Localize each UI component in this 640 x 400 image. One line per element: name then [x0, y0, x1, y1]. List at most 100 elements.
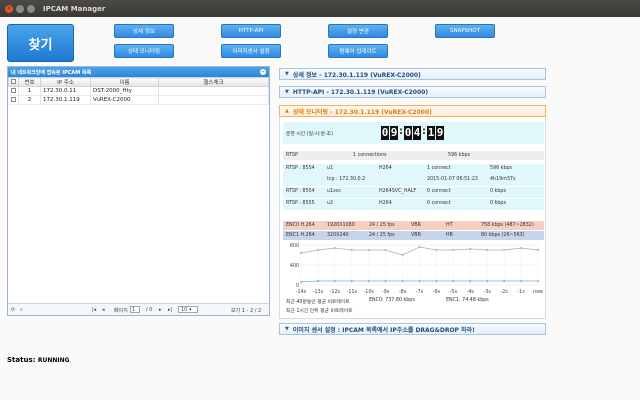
image-sensor-button[interactable]: 이미지센서 설정 — [221, 44, 281, 58]
data-point — [537, 249, 539, 251]
search-icon[interactable]: ⌕ — [20, 307, 23, 313]
data-point — [384, 280, 387, 282]
x-tick-label: -5s — [450, 289, 458, 295]
rtsp-port: RTSP : 8555 — [286, 201, 315, 206]
table-row[interactable]: 1 172.30.0.11 DST-2000_Hty — [8, 86, 269, 96]
status-line: Status: RUNNING — [7, 356, 70, 364]
data-point — [503, 280, 506, 282]
first-page-icon[interactable]: |◂ — [92, 307, 96, 313]
select-all-checkbox[interactable] — [11, 79, 16, 84]
rtsp-codec: H264SVC_HALF — [379, 189, 417, 194]
collapse-icon[interactable]: − — [260, 69, 266, 75]
y-tick-label: 800 — [290, 243, 299, 249]
page-size-select[interactable]: 10 ▾ — [178, 306, 198, 313]
status-monitor-button[interactable]: 상태 모니터링 — [114, 44, 174, 58]
camera-list-title: 내 네트워크망에 접속된 IPCAM 목록 — [11, 69, 92, 76]
x-tick-label: -1s — [517, 289, 525, 295]
rtsp-connect: 2015-01-07 06:51:23 — [427, 177, 478, 182]
row-checkbox[interactable] — [10, 97, 16, 102]
rtsp-connect: 0 connect — [427, 189, 451, 194]
row-checkbox[interactable] — [10, 88, 16, 93]
data-point — [537, 280, 539, 282]
rtsp-row: RTSP : 8554 u1svc H264SVC_HALF 0 connect… — [283, 187, 544, 198]
rtsp-codec: H264 — [379, 166, 392, 171]
column-header-no[interactable]: 번호 — [18, 77, 41, 87]
select-all-cell[interactable] — [8, 77, 19, 87]
y-tick-label: 0 — [296, 283, 299, 289]
status-label: Status: — [7, 356, 36, 364]
http-api-button[interactable]: HTTP-API — [221, 24, 281, 38]
x-tick-label: -4s — [467, 289, 475, 295]
column-header-name[interactable]: 이름 — [90, 77, 159, 87]
page-input[interactable]: 1 — [130, 306, 140, 313]
column-header-health[interactable]: 헬스체크 — [158, 77, 269, 87]
data-point — [316, 249, 319, 251]
data-point — [384, 249, 387, 251]
table-row[interactable]: 2 172.30.1.119 VuREX-C2000 — [8, 95, 269, 105]
data-point — [367, 280, 370, 282]
x-tick-label: -9s — [382, 289, 390, 295]
snapshot-button[interactable]: SNAPSHOT — [435, 24, 495, 38]
encoder-mode: VBR — [411, 233, 421, 238]
prev-page-icon[interactable]: ◂ — [102, 307, 105, 313]
x-tick-label: -3s — [484, 289, 492, 295]
http-api-section[interactable]: ▼ HTTP-API - 172.30.1.119 (VuREX-C2000) — [279, 86, 546, 98]
column-header-ip[interactable]: IP 주소 — [40, 77, 91, 87]
detail-info-section[interactable]: ▼ 상세 정보 - 172.30.1.119 (VuREX-C2000) — [279, 68, 546, 80]
detail-info-button[interactable]: 상세 정보 — [114, 24, 174, 38]
window-minimize-icon[interactable] — [16, 4, 24, 13]
uptime-digit: 9 — [390, 126, 398, 140]
firmware-update-button[interactable]: 펌웨어 업데이트 — [328, 44, 388, 58]
next-page-icon[interactable]: ▸ — [159, 307, 162, 313]
encoder-name: ENC0 H.264 — [286, 223, 315, 228]
rtsp-label: RTSP — [286, 153, 298, 158]
x-tick-label: -10s — [364, 289, 375, 295]
chevron-up-icon: ▲ — [285, 108, 289, 114]
row-health — [158, 95, 269, 105]
rtsp-port: RTSP : 8554 — [286, 166, 315, 171]
enc1-average: ENC1: 74.48 kbps — [446, 298, 489, 303]
table-header-row: 번호 IP 주소 이름 헬스체크 — [8, 77, 269, 87]
uptime-label: 운영 시간 (일:시:분:초) — [286, 132, 333, 137]
camera-table: 번호 IP 주소 이름 헬스체크 1 172.30.0.11 DST-2000_… — [8, 77, 269, 105]
config-change-button[interactable]: 설정 변경 — [328, 24, 388, 38]
x-tick-label: -6s — [433, 289, 441, 295]
data-point — [418, 246, 421, 248]
x-tick-label: -2s — [500, 289, 508, 295]
row-health — [158, 86, 269, 96]
data-point — [300, 252, 302, 254]
rtsp-port: RTSP : 8554 — [286, 189, 315, 194]
data-point — [401, 254, 404, 256]
x-tick-label: -11s — [347, 289, 358, 295]
bitrate-chart: 800 400 0-14s -13s -12s -11s -10s -9s -8s -7s -6s -… — [290, 243, 543, 295]
rtsp-stream-rate: 596 kbps — [490, 166, 513, 171]
uptime-digit: 0 — [404, 126, 412, 140]
rtsp-stream: u1svc — [327, 189, 342, 194]
status-monitor-panel: 운영 시간 (일:시:분:초) 0 9 : 0 4 : 1 9 RTSP 1 c… — [279, 117, 546, 319]
status-value: RUNNING — [37, 357, 70, 364]
row-name: VuREX-C2000 — [90, 95, 159, 105]
search-button[interactable]: 찾기 — [7, 24, 74, 62]
row-select-cell[interactable] — [8, 86, 19, 96]
rtsp-stream: u1 — [327, 166, 334, 171]
encoder-quality: HR — [446, 233, 453, 238]
encoder-row: ENC0 H.264 1920X1080 24 / 25 fps VBR HT … — [283, 221, 544, 230]
row-no: 1 — [18, 86, 41, 96]
page-range: 보기 1 - 2 / 2 — [231, 308, 262, 314]
page-size-value: 10 — [181, 307, 188, 313]
status-monitor-section[interactable]: ▲ 상태 모니터링 - 172.30.1.119 (VuREX-C2000) — [279, 105, 546, 117]
pager: ⟳ ⌕ |◂ ◂ 페이지 1 / 0 ▸ ▸| 10 ▾ 보기 1 - 2 / … — [8, 303, 269, 315]
x-tick-label: -14s — [296, 289, 307, 295]
uptime-digit: 9 — [436, 126, 444, 140]
window-maximize-icon[interactable] — [27, 4, 35, 13]
data-point — [452, 280, 455, 282]
window-close-icon[interactable]: × — [5, 4, 13, 13]
rtsp-row: tcp : 172.30.0.2 2015-01-07 06:51:23 4h1… — [283, 175, 544, 186]
avg-1hour-label: 최근 1시간 단위 평균 비트레이트 — [286, 309, 353, 314]
row-select-cell[interactable] — [8, 95, 19, 105]
refresh-icon[interactable]: ⟳ — [11, 307, 15, 313]
x-tick-label: now — [533, 290, 543, 295]
image-sensor-section[interactable]: ▼ 이미지 센서 설정 : IPCAM 목록에서 IP주소를 DRAG&DROP… — [279, 323, 546, 335]
last-page-icon[interactable]: ▸| — [168, 307, 172, 313]
rtsp-stream: tcp : 172.30.0.2 — [327, 177, 366, 182]
